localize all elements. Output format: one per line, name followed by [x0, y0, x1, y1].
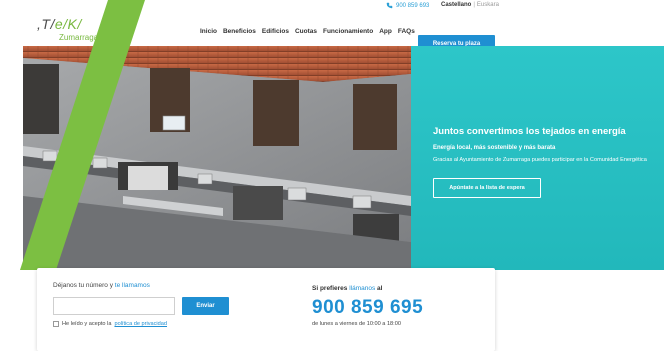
- contact-phone-number[interactable]: 900 859 695: [312, 297, 423, 319]
- language-switcher: Castellano | Euskara: [441, 2, 499, 8]
- top-utility-bar: 900 859 693 Castellano | Euskara: [0, 0, 664, 13]
- send-button[interactable]: Enviar: [182, 297, 229, 315]
- consent-label: He leído y acepto la: [62, 321, 112, 327]
- callback-link[interactable]: te llamamos: [115, 282, 150, 289]
- contact-card: Déjanos tu número y te llamamos Enviar H…: [37, 268, 495, 351]
- phone-number-input[interactable]: [53, 297, 175, 315]
- nav-item-edificios[interactable]: Edificios: [262, 28, 289, 35]
- building-illustration: [23, 46, 411, 270]
- nav-item-beneficios[interactable]: Beneficios: [223, 28, 256, 35]
- waitlist-button[interactable]: Apúntate a la lista de espera: [433, 178, 541, 198]
- site-logo[interactable]: ,T/e/K/ Zumarraga: [37, 17, 98, 42]
- hero-description: Gracias al Ayuntamiento de Zumarraga pue…: [433, 157, 647, 163]
- logo-place: Zumarraga: [59, 33, 99, 42]
- page: 900 859 693 Castellano | Euskara ,T/e/K/ Z…: [0, 0, 664, 351]
- lang-euskara[interactable]: Euskara: [477, 2, 499, 8]
- site-header: ,T/e/K/ Zumarraga Inicio Beneficios Edif…: [0, 13, 664, 53]
- main-nav: Inicio Beneficios Edificios Cuotas Funci…: [200, 28, 415, 35]
- top-phone-number: 900 859 693: [396, 2, 430, 9]
- callback-prompt: Déjanos tu número y te llamamos: [53, 282, 150, 289]
- phone-icon: [386, 2, 393, 9]
- privacy-policy-link[interactable]: política de privacidad: [114, 321, 167, 327]
- nav-item-inicio[interactable]: Inicio: [200, 28, 217, 35]
- privacy-consent: He leído y acepto la política de privaci…: [53, 321, 167, 327]
- nav-item-funcionamiento[interactable]: Funcionamiento: [323, 28, 373, 35]
- hero-section: Juntos convertimos los tejados en energí…: [23, 46, 664, 270]
- hero-text-panel: Juntos convertimos los tejados en energí…: [411, 46, 664, 270]
- nav-item-app[interactable]: App: [379, 28, 392, 35]
- hero-building-photo: [23, 46, 411, 270]
- call-us-link[interactable]: llámanos: [349, 285, 375, 292]
- nav-item-faqs[interactable]: FAQs: [398, 28, 415, 35]
- lang-separator: |: [473, 2, 475, 8]
- nav-item-cuotas[interactable]: Cuotas: [295, 28, 317, 35]
- top-phone-link[interactable]: 900 859 693: [386, 2, 429, 9]
- call-us-prompt: Si prefieres llámanos al: [312, 285, 383, 292]
- office-hours: de lunes a viernes de 10:00 a 18:00: [312, 321, 401, 327]
- hero-subtitle: Energía local, más sostenible y más bara…: [433, 145, 556, 151]
- hero-title: Juntos convertimos los tejados en energí…: [433, 126, 626, 137]
- privacy-checkbox[interactable]: [53, 321, 59, 327]
- logo-mark: ,T/e/K/: [37, 16, 82, 32]
- lang-castellano[interactable]: Castellano: [441, 2, 471, 8]
